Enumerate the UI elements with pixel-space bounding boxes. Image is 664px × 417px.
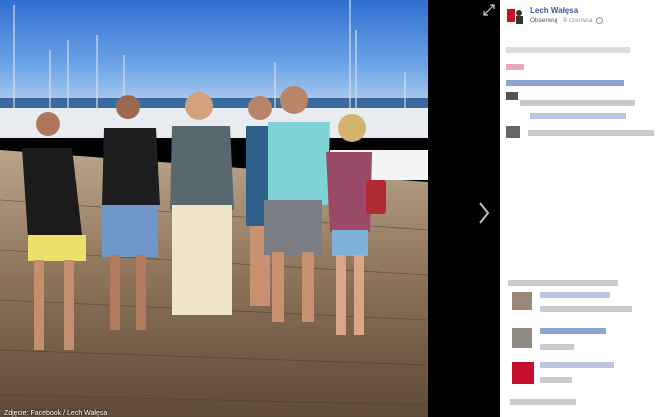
globe-icon	[596, 17, 604, 24]
meta-separator: ·	[559, 17, 562, 25]
avatar[interactable]	[506, 6, 525, 25]
photo-viewer: Zdjęcie: Facebook / Lech Wałęsa	[0, 0, 500, 417]
chevron-right-icon[interactable]	[476, 200, 492, 226]
follow-button[interactable]: Obserwuj	[530, 17, 557, 24]
post-meta: Obserwuj · 8 czerwca	[530, 17, 604, 25]
post-author-link[interactable]: Lech Wałęsa	[530, 6, 578, 15]
post-photo	[0, 0, 428, 417]
post-sidebar: Lech Wałęsa Obserwuj · 8 czerwca	[500, 0, 664, 417]
expand-icon[interactable]	[483, 3, 495, 16]
post-date-link[interactable]: 8 czerwca	[563, 17, 592, 24]
photo-credit: Zdjęcie: Facebook / Lech Wałęsa	[4, 410, 108, 417]
